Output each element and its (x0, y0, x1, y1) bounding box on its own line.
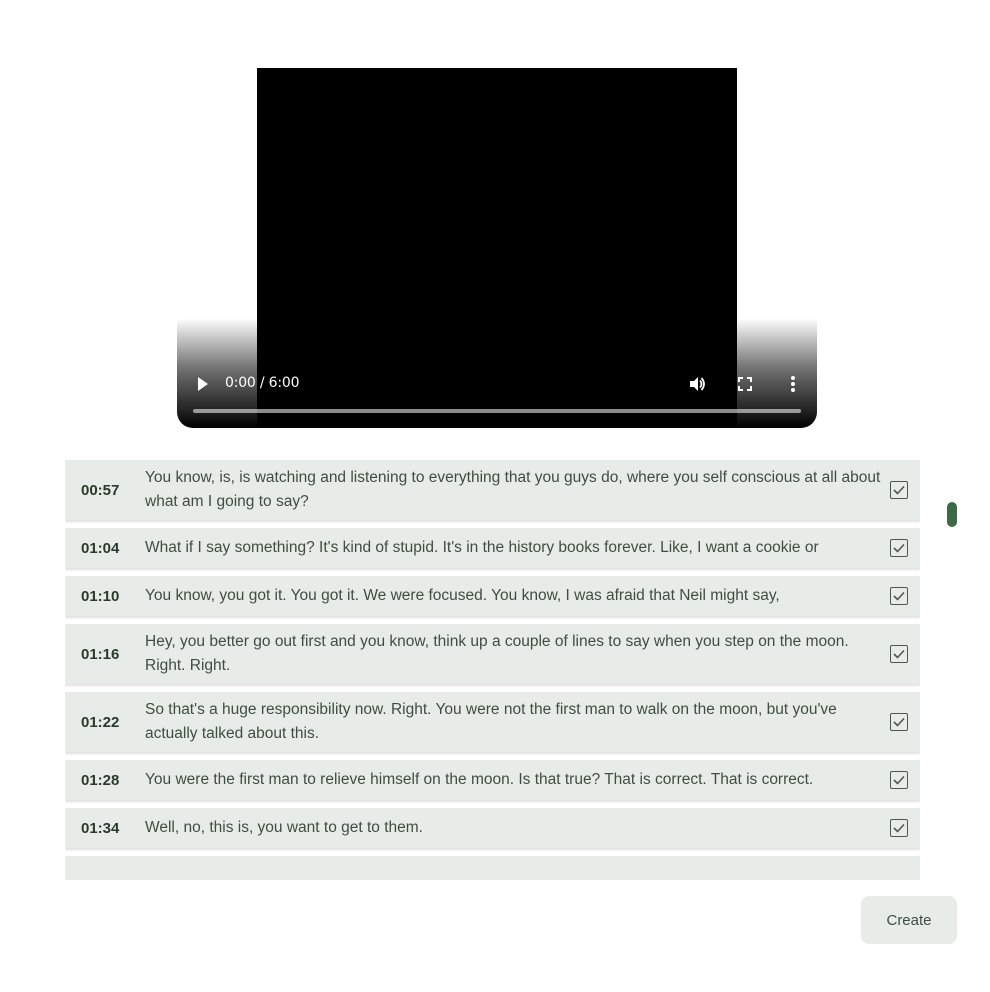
segment-timestamp: 01:16 (81, 645, 120, 663)
segment-text: Well, no, this is, you want to get to th… (145, 819, 423, 836)
checkmark-icon (893, 591, 905, 601)
checkmark-icon (893, 485, 905, 495)
volume-icon[interactable] (687, 374, 707, 394)
segment-text: What if I say something? It's kind of st… (145, 539, 819, 556)
segment-text: Hey, you better go out first and you kno… (145, 633, 849, 674)
segment-checkbox[interactable] (890, 587, 908, 605)
segment-text: You know, you got it. You got it. We wer… (145, 587, 780, 604)
video-controls: 0:00 / 6:00 (177, 358, 817, 428)
checkmark-icon (893, 775, 905, 785)
segment-timestamp: 01:34 (81, 819, 120, 837)
page: 0:00 / 6:00 00:57 You know, is, is watch… (0, 0, 990, 992)
transcript-row[interactable]: 01:16 Hey, you better go out first and yo… (65, 624, 920, 684)
checkmark-icon (893, 649, 905, 659)
transcript-row[interactable]: 01:22 So that's a huge responsibility now… (65, 692, 920, 752)
play-icon[interactable] (193, 374, 213, 394)
transcript-row-partial[interactable] (65, 856, 920, 880)
transcript-row[interactable]: 01:10 You know, you got it. You got it. W… (65, 576, 920, 616)
scrollbar-thumb[interactable] (947, 502, 957, 527)
transcript-row[interactable]: 01:34 Well, no, this is, you want to get … (65, 808, 920, 848)
transcript-row[interactable]: 01:28 You were the first man to relieve h… (65, 760, 920, 800)
video-player[interactable]: 0:00 / 6:00 (177, 68, 817, 428)
segment-checkbox[interactable] (890, 539, 908, 557)
segment-checkbox[interactable] (890, 481, 908, 499)
fullscreen-icon[interactable] (735, 374, 755, 394)
segment-timestamp: 01:10 (81, 587, 120, 605)
segment-checkbox[interactable] (890, 771, 908, 789)
segment-checkbox[interactable] (890, 713, 908, 731)
segment-checkbox[interactable] (890, 645, 908, 663)
segment-text: You were the first man to relieve himsel… (145, 771, 814, 788)
more-options-icon[interactable] (783, 374, 803, 394)
transcript-row[interactable]: 01:04 What if I say something? It's kind … (65, 528, 920, 568)
progress-bar[interactable] (193, 409, 801, 413)
segment-timestamp: 01:28 (81, 771, 120, 789)
checkmark-icon (893, 543, 905, 553)
segment-timestamp: 01:22 (81, 713, 120, 731)
segment-text: So that's a huge responsibility now. Rig… (145, 701, 837, 742)
transcript-row[interactable]: 00:57 You know, is, is watching and liste… (65, 460, 920, 520)
segment-timestamp: 00:57 (81, 481, 120, 499)
checkmark-icon (893, 823, 905, 833)
create-button[interactable]: Create (861, 896, 957, 944)
transcript-list: 00:57 You know, is, is watching and liste… (65, 460, 920, 880)
segment-timestamp: 01:04 (81, 539, 120, 557)
segment-checkbox[interactable] (890, 819, 908, 837)
checkmark-icon (893, 717, 905, 727)
segment-text: You know, is, is watching and listening … (145, 469, 881, 510)
time-display: 0:00 / 6:00 (225, 375, 300, 391)
